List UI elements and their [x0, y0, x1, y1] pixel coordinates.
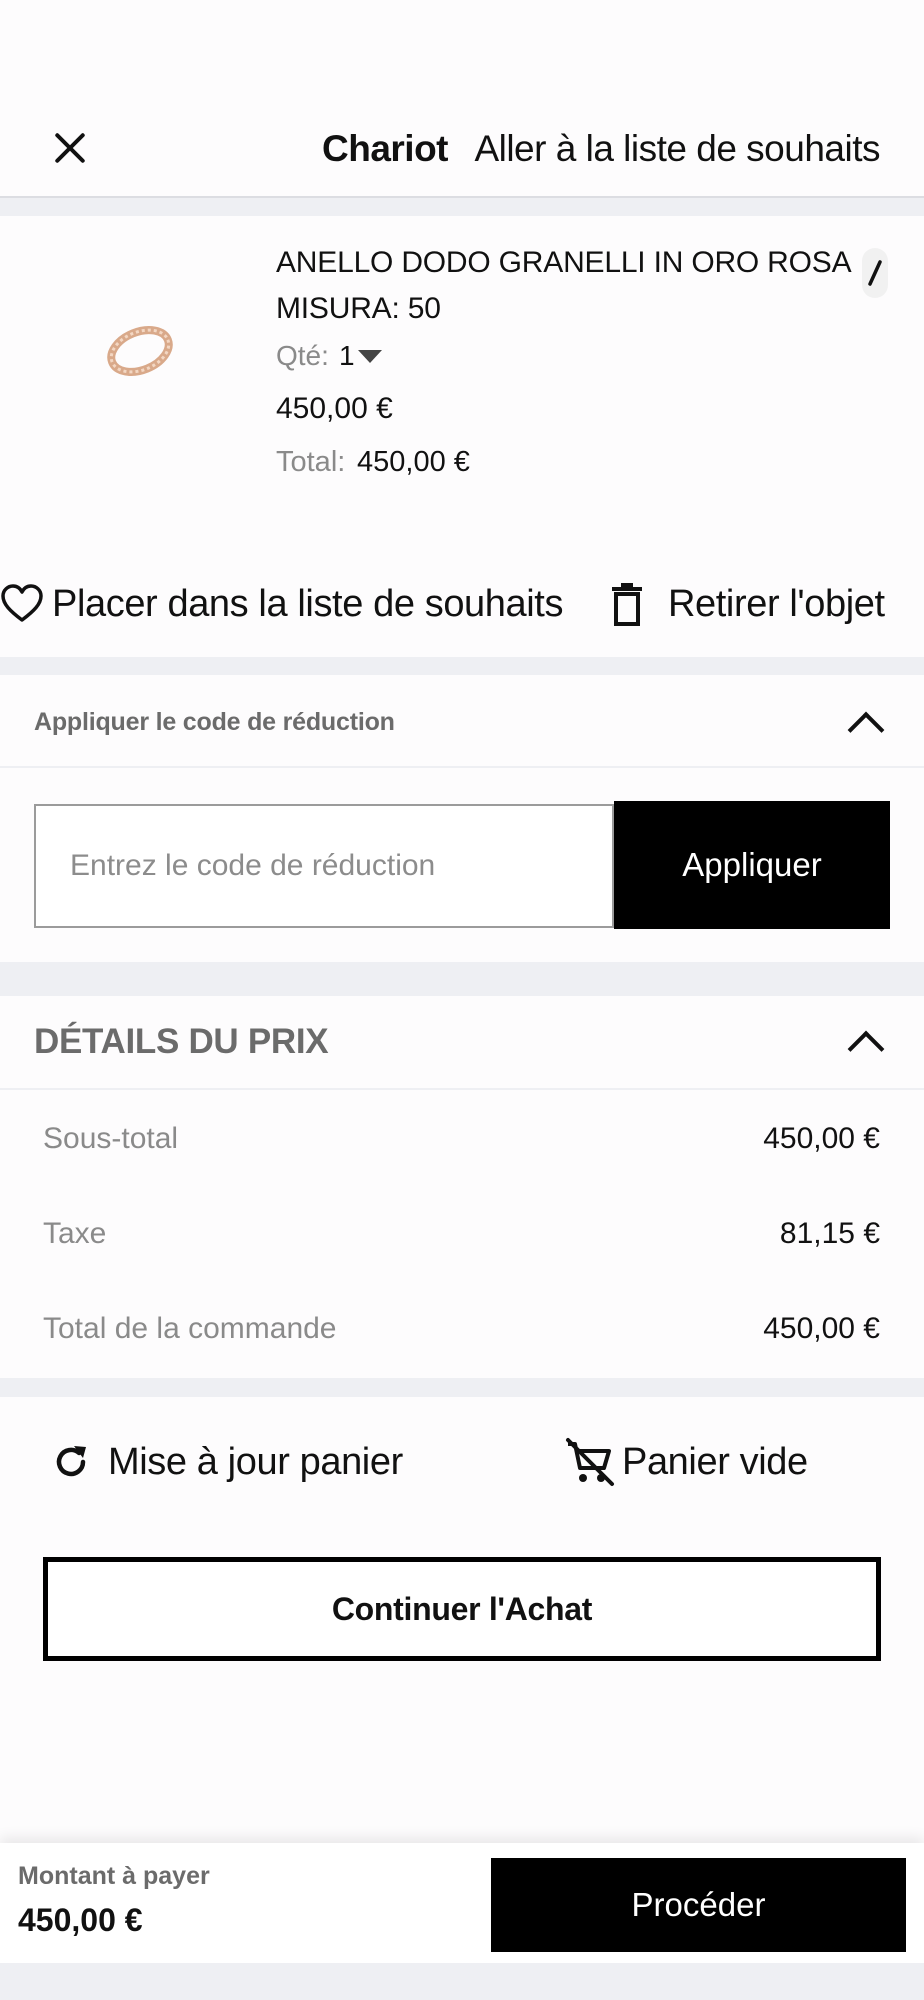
tax-value: 81,15 €	[779, 1217, 880, 1250]
apply-discount-button[interactable]: Appliquer	[614, 801, 890, 929]
section-divider	[0, 962, 924, 996]
update-cart-button[interactable]: Mise à jour panier	[52, 1434, 403, 1490]
proceed-button[interactable]: Procéder	[491, 1858, 906, 1952]
subtotal-value: 450,00 €	[763, 1122, 880, 1155]
subtotal-label: Sous-total	[43, 1122, 179, 1155]
section-divider	[0, 1378, 924, 1397]
order-total-value: 450,00 €	[763, 1312, 880, 1345]
move-to-wishlist-label: Placer dans la liste de souhaits	[52, 582, 564, 625]
amount-to-pay-value: 450,00 €	[18, 1902, 143, 1938]
refresh-icon	[56, 1446, 86, 1477]
pencil-icon	[868, 260, 882, 286]
divider	[0, 1088, 924, 1090]
page-title: Chariot	[322, 128, 449, 169]
cart-off-icon	[566, 1438, 614, 1486]
bottom-spacer	[0, 1963, 924, 2000]
item-total-label: Total:	[276, 446, 346, 478]
product-name[interactable]: ANELLO DODO GRANELLI IN ORO ROSA	[276, 246, 852, 280]
caret-down-icon[interactable]	[358, 350, 382, 363]
move-to-wishlist-button[interactable]: Placer dans la liste de souhaits	[0, 576, 563, 632]
divider	[0, 766, 924, 768]
remove-item-button[interactable]: Retirer l'objet	[608, 576, 885, 632]
update-cart-label: Mise à jour panier	[108, 1440, 403, 1483]
continue-shopping-button[interactable]: Continuer l'Achat	[43, 1557, 881, 1661]
remove-item-label: Retirer l'objet	[668, 582, 885, 625]
item-total-value: 450,00 €	[357, 446, 470, 478]
product-size: MISURA: 50	[276, 292, 441, 325]
section-divider	[0, 657, 924, 675]
amount-to-pay-label: Montant à payer	[18, 1862, 210, 1890]
trash-icon	[612, 583, 642, 626]
section-divider	[0, 198, 924, 216]
edit-item-button[interactable]	[862, 248, 888, 298]
price-details-title[interactable]: DÉTAILS DU PRIX	[34, 1022, 329, 1062]
chevron-up-icon[interactable]	[847, 1030, 885, 1068]
chevron-up-icon[interactable]	[847, 711, 885, 749]
quantity-label: Qté:	[276, 340, 329, 371]
product-price: 450,00 €	[276, 392, 393, 425]
empty-cart-button[interactable]: Panier vide	[564, 1434, 808, 1490]
discount-section-title[interactable]: Appliquer le code de réduction	[34, 708, 395, 737]
quantity-select[interactable]: 1	[339, 340, 355, 372]
heart-icon	[1, 584, 43, 622]
product-image[interactable]	[100, 318, 180, 380]
empty-cart-label: Panier vide	[622, 1440, 808, 1483]
discount-code-input[interactable]	[34, 804, 614, 928]
close-icon[interactable]	[48, 126, 92, 170]
tax-label: Taxe	[43, 1217, 107, 1250]
order-total-label: Total de la commande	[43, 1312, 337, 1345]
go-to-wishlist-link[interactable]: Aller à la liste de souhaits	[474, 128, 880, 170]
